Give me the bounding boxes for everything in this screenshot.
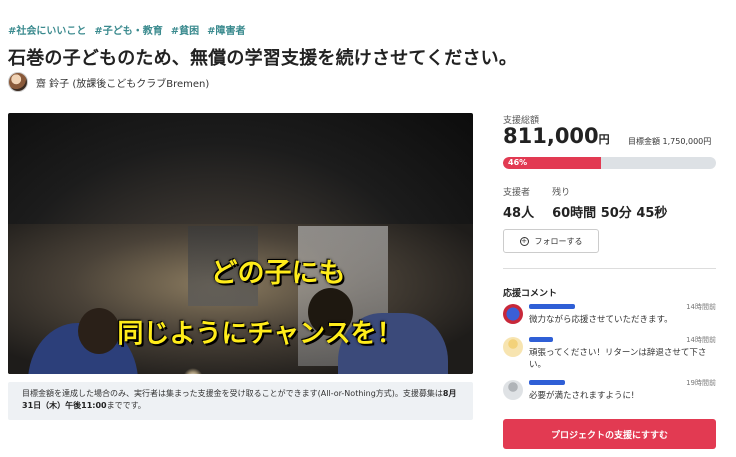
all-or-nothing-notice: 目標金額を達成した場合のみ、実行者は集まった支援金を受け取ることができます(Al… <box>8 382 473 420</box>
notice-suffix: までです。 <box>106 401 146 410</box>
comment-text: 頑張ってください！リターンは辞退させて下さい。 <box>529 348 707 370</box>
comments-title: 応援コメント <box>503 289 558 299</box>
comment-item[interactable]: 14時間前 微力ながら応援させていただきます。 <box>503 302 716 338</box>
supporters-label: 支援者 <box>503 188 531 198</box>
project-title: 石巻の子どものため、無償の学習支援を続けさせてください。 <box>8 48 518 69</box>
comment-text: 微力ながら応援させていただきます。 <box>529 315 673 325</box>
comment-time: 19時間前 <box>686 379 716 387</box>
tag-social-good[interactable]: #社会にいいこと <box>8 22 86 37</box>
commenter-name-redacted <box>529 380 565 385</box>
follow-button[interactable]: + フォローする <box>503 229 599 253</box>
remaining-value: 60時間 50分 45秒 <box>552 206 668 221</box>
progress-percent: 46% <box>508 158 528 167</box>
funding-amount: 811,000円 <box>503 124 610 148</box>
comment-text: 必要が満たされますように! <box>529 391 635 401</box>
comment-time: 14時間前 <box>686 336 716 344</box>
supporters-value: 48人 <box>503 206 535 221</box>
plus-circle-icon: + <box>519 236 529 246</box>
goal-amount: 目標金額 1,750,000円 <box>628 137 712 146</box>
commenter-name-redacted <box>529 337 553 342</box>
commenter-avatar <box>503 380 523 400</box>
remaining-label: 残り <box>552 188 571 198</box>
section-divider <box>503 268 716 269</box>
amount-value: 811,000 <box>503 124 599 148</box>
project-owner[interactable]: 齋 鈴子 (放課後こどもクラブBremen) <box>8 72 209 92</box>
tag-disability[interactable]: #障害者 <box>207 22 245 37</box>
follow-label: フォローする <box>534 236 583 246</box>
notice-text: 目標金額を達成した場合のみ、実行者は集まった支援金を受け取ることができます(Al… <box>22 389 443 398</box>
tag-children-education[interactable]: #子ども・教育 <box>94 22 162 37</box>
comment-item[interactable]: 14時間前 頑張ってください！リターンは辞退させて下さい。 <box>503 335 716 371</box>
commenter-avatar <box>503 304 523 324</box>
supporters-stat: 支援者 48人 <box>503 185 534 221</box>
hero-caption-line2: 同じようにチャンスを！ <box>117 319 403 349</box>
hero-image: どの子にも 同じようにチャンスを！ <box>8 113 473 374</box>
remaining-stat: 残り 60時間 50分 45秒 <box>552 185 667 221</box>
owner-avatar <box>8 72 28 92</box>
tag-poverty[interactable]: #貧困 <box>171 22 199 37</box>
comment-item[interactable]: 19時間前 必要が満たされますように! <box>503 378 716 414</box>
amount-yen: 円 <box>598 133 610 146</box>
owner-name: 齋 鈴子 (放課後こどもクラブBremen) <box>36 78 210 90</box>
commenter-name-redacted <box>529 304 575 309</box>
commenter-avatar <box>503 337 523 357</box>
progress-bar: 46% <box>503 157 716 169</box>
hero-caption-line1: どの子にも <box>210 258 346 289</box>
comment-time: 14時間前 <box>686 303 716 311</box>
support-project-button[interactable]: プロジェクトの支援にすすむ <box>503 419 716 449</box>
stats: 支援者 48人 残り 60時間 50分 45秒 <box>503 185 667 221</box>
tag-list: #社会にいいこと #子ども・教育 #貧困 #障害者 <box>8 22 246 37</box>
